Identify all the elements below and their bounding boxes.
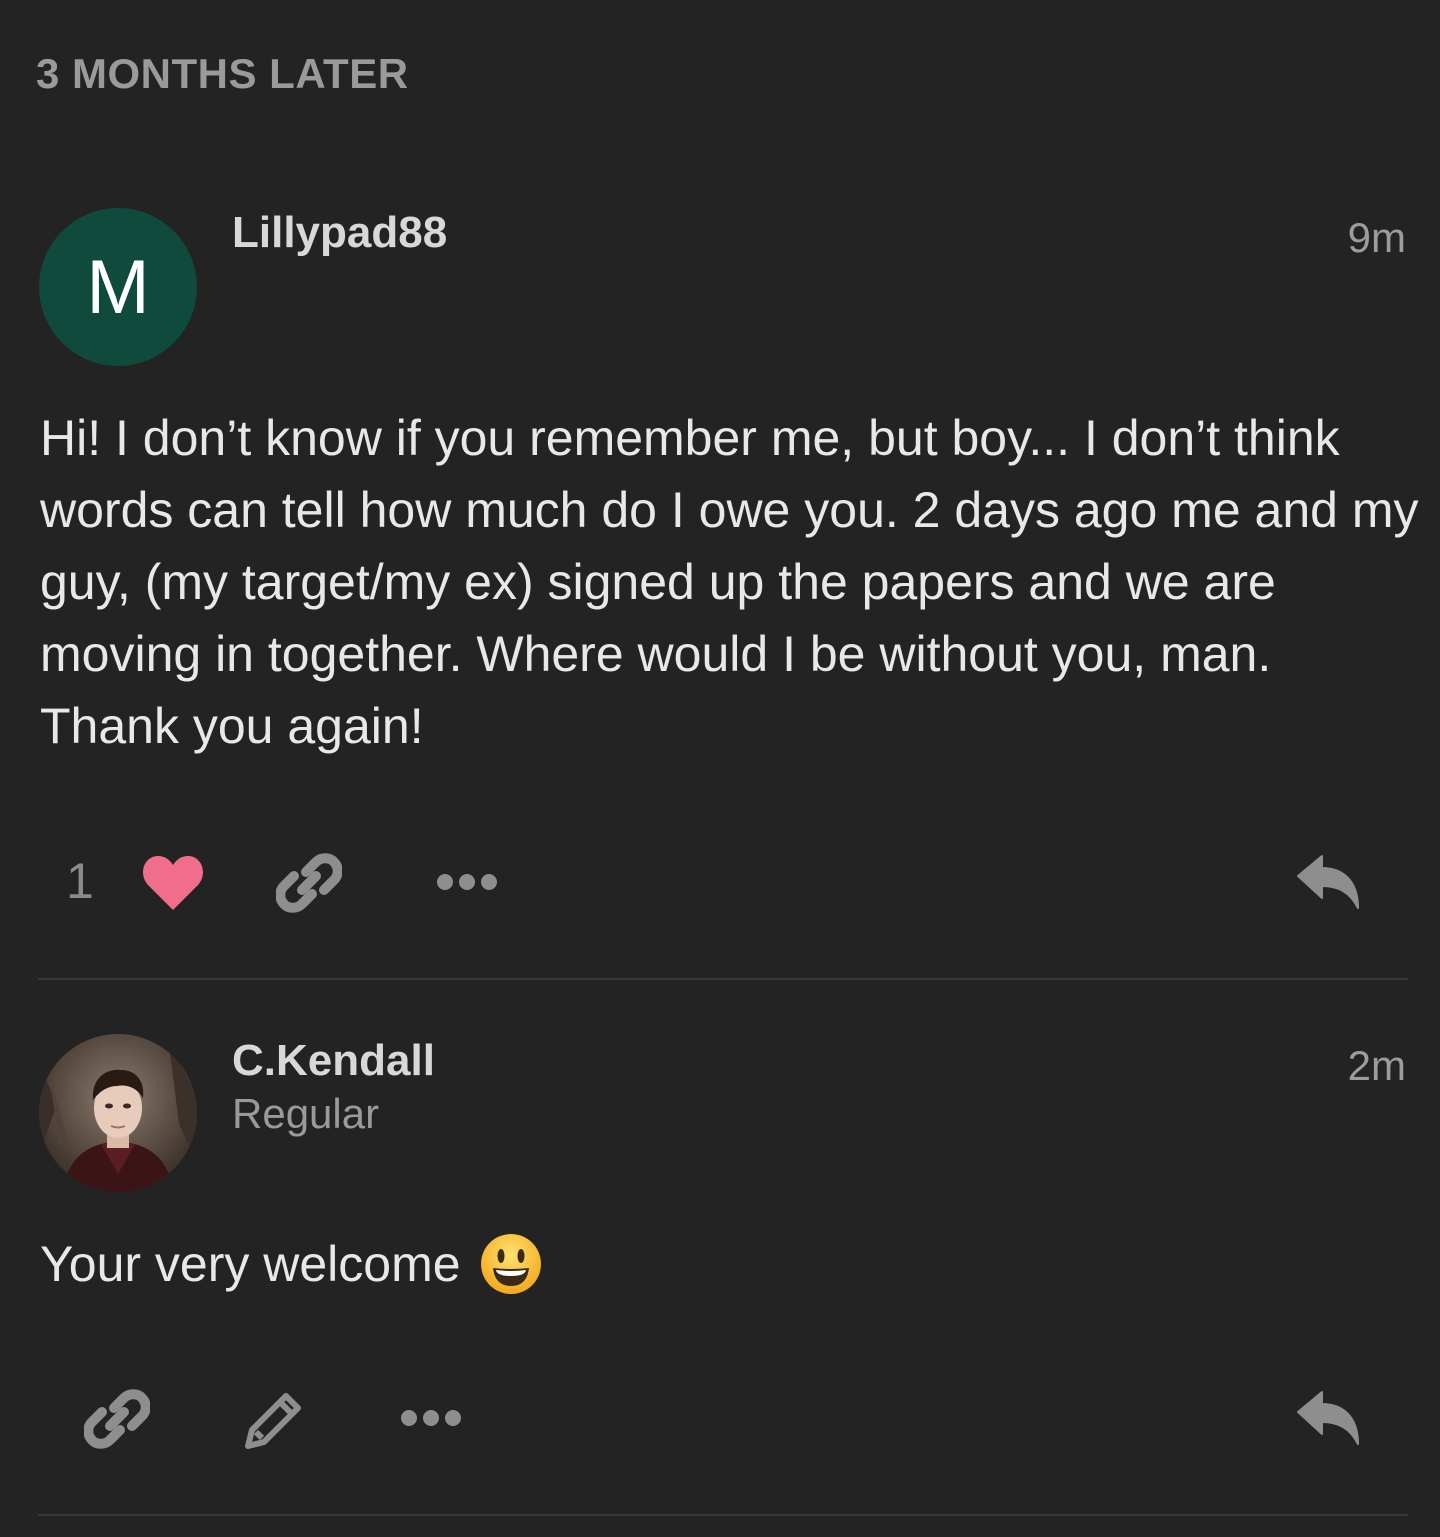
heart-icon[interactable] <box>140 852 206 914</box>
link-icon[interactable] <box>275 850 343 916</box>
post-body: Your very welcome <box>40 1236 461 1292</box>
username[interactable]: C.Kendall <box>232 1036 435 1086</box>
post-age[interactable]: 2m <box>1348 1042 1406 1090</box>
post-body: Hi! I don’t know if you remember me, but… <box>40 410 1419 754</box>
link-icon[interactable] <box>83 1386 151 1452</box>
reply-icon[interactable] <box>1296 1390 1360 1446</box>
reply-icon[interactable] <box>1296 854 1360 910</box>
avatar-letter: M <box>86 244 150 330</box>
username[interactable]: Lillypad88 <box>232 208 447 258</box>
avatar[interactable]: M <box>39 208 197 366</box>
post-divider <box>38 1514 1408 1516</box>
like-count[interactable]: 1 <box>66 852 94 910</box>
time-gap-label: 3 MONTHS LATER <box>36 50 409 97</box>
post-divider <box>38 978 1408 980</box>
post-age[interactable]: 9m <box>1348 214 1406 262</box>
user-title: Regular <box>232 1090 380 1137</box>
smiley-emoji <box>479 1232 543 1296</box>
more-icon[interactable] <box>400 1408 462 1428</box>
more-icon[interactable] <box>436 872 498 892</box>
avatar[interactable] <box>39 1034 197 1192</box>
post-body-container: Your very welcome <box>40 1228 1420 1300</box>
pencil-icon[interactable] <box>242 1386 308 1452</box>
